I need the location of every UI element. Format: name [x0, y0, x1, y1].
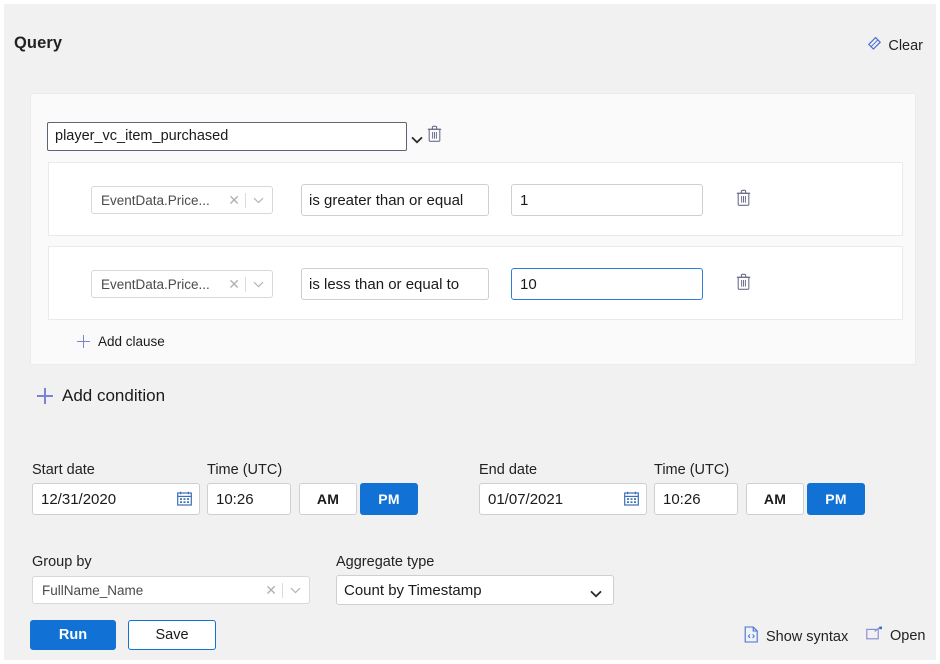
- x-icon[interactable]: ✕: [260, 583, 282, 597]
- end-date-input[interactable]: [479, 483, 647, 515]
- clause-row: EventData.Price... ✕ is greater than or …: [48, 162, 903, 236]
- chevron-down-icon: [411, 131, 423, 149]
- event-select[interactable]: player_vc_item_purchased: [47, 122, 407, 151]
- operator-select[interactable]: is less than or equal to: [301, 268, 489, 300]
- open-button[interactable]: Open: [866, 626, 925, 646]
- end-am-button[interactable]: AM: [746, 483, 804, 515]
- run-button[interactable]: Run: [30, 620, 116, 650]
- clause-row: EventData.Price... ✕ is less than or equ…: [48, 246, 903, 320]
- field-token-label: EventData.Price...: [101, 193, 223, 208]
- end-time-label: Time (UTC): [654, 462, 729, 478]
- save-button[interactable]: Save: [128, 620, 216, 650]
- x-icon[interactable]: ✕: [223, 277, 245, 291]
- condition-card: player_vc_item_purchased EventData.Price…: [30, 93, 916, 365]
- open-label: Open: [890, 628, 925, 644]
- group-by-value: FullName_Name: [42, 583, 260, 598]
- show-syntax-label: Show syntax: [766, 629, 848, 645]
- query-panel: Query Clear player_vc_item_purchased: [4, 4, 936, 660]
- start-time-label: Time (UTC): [207, 462, 282, 478]
- value-input[interactable]: [511, 268, 703, 300]
- add-clause-label: Add clause: [98, 334, 165, 349]
- clear-label: Clear: [888, 38, 923, 54]
- field-token-select[interactable]: EventData.Price... ✕: [91, 186, 273, 214]
- code-file-icon: [744, 626, 759, 648]
- end-time-input[interactable]: [654, 483, 738, 515]
- delete-clause-button[interactable]: [736, 273, 751, 295]
- external-link-icon: [866, 626, 883, 646]
- show-syntax-button[interactable]: Show syntax: [744, 626, 848, 648]
- chevron-down-icon[interactable]: [246, 281, 272, 288]
- value-input[interactable]: [511, 184, 703, 216]
- field-token-select[interactable]: EventData.Price... ✕: [91, 270, 273, 298]
- x-icon[interactable]: ✕: [223, 193, 245, 207]
- eraser-icon: [866, 35, 882, 56]
- plus-icon: [77, 335, 90, 348]
- chevron-down-icon[interactable]: [246, 197, 272, 204]
- start-am-button[interactable]: AM: [299, 483, 357, 515]
- page-title: Query: [14, 34, 62, 53]
- group-by-select[interactable]: FullName_Name ✕: [32, 576, 310, 604]
- start-date-label: Start date: [32, 462, 95, 478]
- start-time-input[interactable]: [207, 483, 291, 515]
- plus-icon: [37, 388, 53, 404]
- chevron-down-icon[interactable]: [283, 587, 309, 594]
- clear-button[interactable]: Clear: [866, 35, 923, 56]
- calendar-icon[interactable]: [624, 491, 639, 511]
- add-condition-label: Add condition: [62, 386, 165, 406]
- aggregate-type-label: Aggregate type: [336, 554, 434, 570]
- end-pm-button[interactable]: PM: [807, 483, 865, 515]
- start-pm-button[interactable]: PM: [360, 483, 418, 515]
- delete-clause-button[interactable]: [736, 189, 751, 211]
- aggregate-type-select[interactable]: Count by Timestamp: [336, 575, 614, 605]
- start-date-input[interactable]: [32, 483, 200, 515]
- operator-select[interactable]: is greater than or equal to: [301, 184, 489, 216]
- calendar-icon[interactable]: [177, 491, 192, 511]
- delete-condition-button[interactable]: [427, 125, 442, 147]
- group-by-label: Group by: [32, 554, 92, 570]
- panel-header: Query Clear: [4, 4, 936, 70]
- add-condition-button[interactable]: Add condition: [37, 386, 165, 406]
- add-clause-button[interactable]: Add clause: [77, 334, 165, 349]
- end-date-label: End date: [479, 462, 537, 478]
- field-token-label: EventData.Price...: [101, 277, 223, 292]
